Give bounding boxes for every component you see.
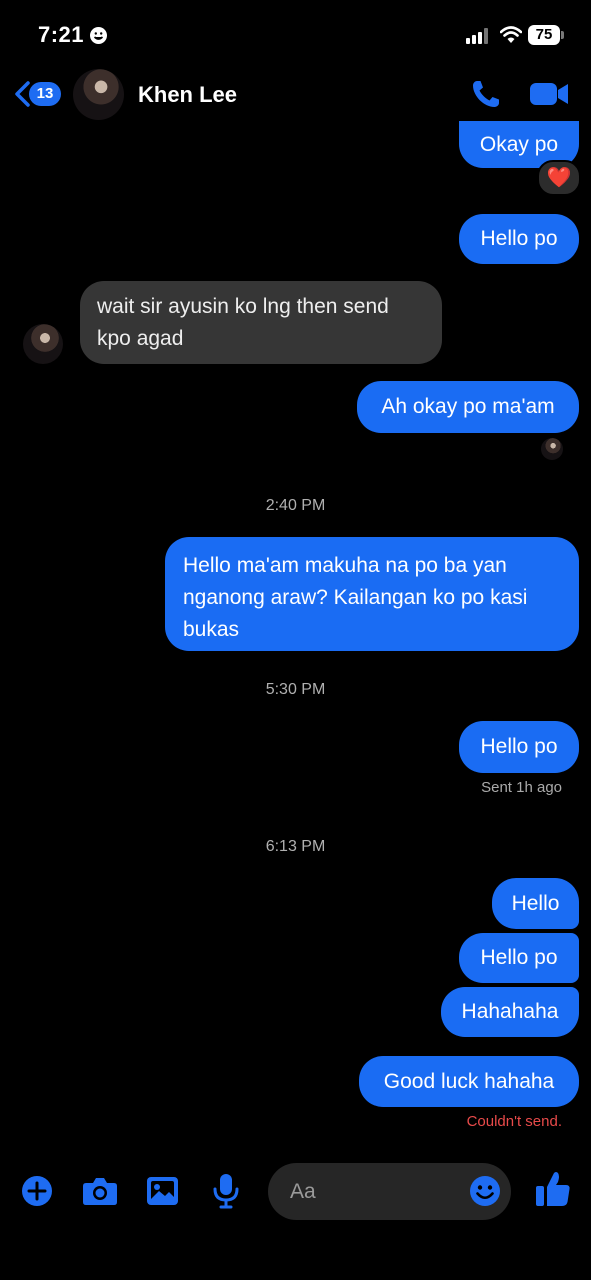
message-line: wait sir ayusin ko lng then send [97,295,389,318]
cellular-signal-icon [466,28,492,44]
timestamp: 2:40 PM [265,497,326,514]
message-line: kpo agad [97,327,184,350]
microphone-icon[interactable] [213,1173,239,1214]
camera-icon[interactable] [82,1176,118,1211]
failed-message[interactable]: Good luck hahaha [359,1056,579,1107]
face-status-icon [90,27,107,44]
thumbs-up-icon[interactable] [535,1170,571,1213]
outgoing-message[interactable]: Ah okay po ma'am [357,381,579,433]
phone-call-icon[interactable] [470,78,502,110]
contact-name[interactable]: Khen Lee [138,82,237,108]
sender-avatar[interactable] [23,324,63,364]
unread-count-badge[interactable]: 13 [29,82,61,106]
timestamp: 5:30 PM [265,681,326,698]
outgoing-message[interactable]: Hahahaha [441,987,579,1037]
battery-indicator: 75 [528,25,560,45]
wifi-icon [499,26,523,44]
gallery-icon[interactable] [146,1176,179,1211]
message-line: nganong araw? Kailangan ko po kasi [183,586,528,609]
outgoing-message[interactable]: Hello ma'am makuha na po ba yan nganong … [165,537,579,651]
battery-cap [561,31,564,39]
outgoing-message[interactable]: Hello po [459,214,579,264]
message-input-placeholder[interactable]: Aa [290,1163,316,1220]
message-line: bukas [183,618,240,641]
outgoing-message[interactable]: Hello po [459,933,579,983]
video-call-icon[interactable] [529,80,569,108]
message-input[interactable]: Aa [268,1163,511,1220]
timestamp: 6:13 PM [265,838,326,855]
plus-icon[interactable] [21,1175,53,1212]
sent-status: Sent 1h ago [481,779,562,796]
incoming-message[interactable]: wait sir ayusin ko lng then send kpo aga… [80,281,442,364]
status-time: 7:21 [38,22,85,47]
send-error-label[interactable]: Couldn't send. [467,1113,562,1130]
outgoing-message[interactable]: Hello po [459,721,579,773]
heart-reaction-icon[interactable]: ❤️ [537,160,581,196]
read-receipt-avatar [541,438,563,460]
emoji-icon[interactable] [469,1175,501,1212]
contact-avatar[interactable] [73,69,124,120]
message-line: Hello ma'am makuha na po ba yan [183,554,507,577]
outgoing-message[interactable]: Hello [492,878,579,929]
